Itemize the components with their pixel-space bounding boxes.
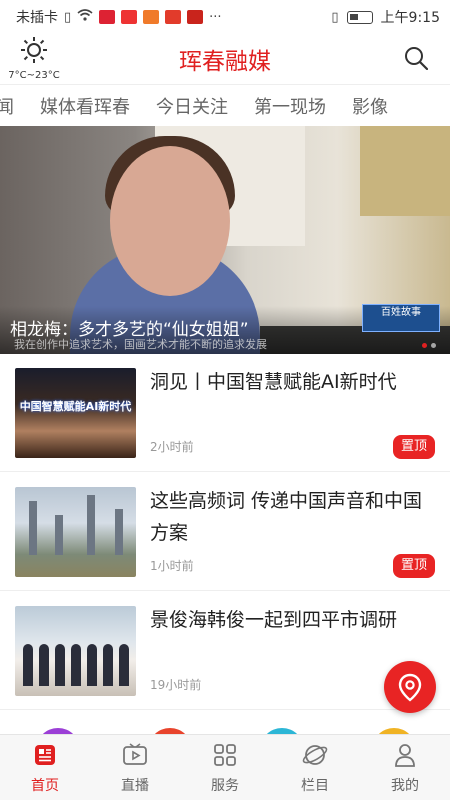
thumbnail-tower [29,501,37,555]
sim-icon: ▯ [64,9,72,25]
app-icon-5 [187,10,204,24]
news-time: 1小时前 [150,559,194,573]
hero-wall-art [360,126,450,216]
battery-icon [346,10,373,24]
thumbnail-person [103,644,113,686]
nav-columns[interactable]: 栏目 [270,735,360,800]
tab-today-focus[interactable]: 今日关注 [156,93,228,119]
bottom-navigation: 首页 直播 服务 栏目 我的 [0,734,450,800]
app-title: 珲春融媒 [179,49,271,75]
channel-tabs: 新闻 媒体看珲春 今日关注 第一现场 影像 [0,84,450,126]
tab-first-scene[interactable]: 第一现场 [254,93,326,119]
nav-services[interactable]: 服务 [180,735,270,800]
thumbnail-tower [115,509,123,555]
hero-person-face [110,146,230,296]
thumbnail-text: 中国智慧赋能AI新时代 [19,400,132,413]
carousel-dot[interactable] [431,343,436,348]
hero-caption: 相龙梅：多才多艺的“仙女姐姐” [10,320,249,340]
carrier-text: 未插卡 [16,10,58,26]
location-button[interactable] [384,661,436,713]
nav-live[interactable]: 直播 [90,735,180,800]
nav-label: 栏目 [301,778,329,794]
news-time: 19小时前 [150,678,202,692]
news-icon [35,745,55,765]
planet-icon [302,745,328,765]
nav-home[interactable]: 首页 [0,735,90,800]
vibrate-icon: ▯ [331,9,339,25]
nav-label: 服务 [211,778,239,794]
hero-banner[interactable]: 我在创作中追求艺术，国画艺术才能不断的追求发展 相龙梅：多才多艺的“仙女姐姐” … [0,126,450,354]
nav-label: 首页 [31,778,59,794]
pinned-badge: 置顶 [392,435,435,459]
thumbnail-tower [55,515,63,555]
thumbnail-person [39,644,49,686]
search-icon[interactable] [404,46,429,71]
location-pin-icon [398,673,422,702]
grid-icon [214,744,236,766]
news-thumbnail [15,606,136,696]
news-time: 2小时前 [150,440,194,454]
clock-text: 上午9:15 [380,10,440,26]
thumbnail-person [55,644,65,686]
live-video-icon [123,743,147,765]
thumbnail-tower [87,495,95,555]
status-bar: 未插卡 ▯ ··· ▯ 上午9:15 [0,0,450,34]
thumbnail-person [23,644,33,686]
wifi-icon [77,9,93,25]
thumbnail-person [119,644,129,686]
app-header: 7°C~23°C 珲春融媒 [0,34,450,82]
tab-images[interactable]: 影像 [352,93,388,119]
more-notifications-icon: ··· [209,9,222,25]
app-icon-2 [121,10,138,24]
news-thumbnail [15,487,136,577]
news-title: 景俊海韩俊一起到四平市调研 [150,609,398,631]
app-icon-1 [99,10,116,24]
tab-news[interactable]: 新闻 [0,93,14,119]
news-thumbnail: 中国智慧赋能AI新时代 [15,368,136,458]
carousel-indicator [422,343,436,348]
user-icon [395,744,415,767]
carousel-dot-active[interactable] [422,343,427,348]
pinned-badge: 置顶 [392,554,435,578]
nav-label: 我的 [391,778,419,794]
list-item[interactable]: 中国智慧赋能AI新时代 洞见丨中国智慧赋能AI新时代 2小时前 置顶 [0,354,450,472]
app-icon-4 [165,10,182,24]
list-item[interactable]: 景俊海韩俊一起到四平市调研 19小时前 [0,592,450,710]
nav-label: 直播 [121,778,149,794]
hero-program-logo: 百姓故事 [362,304,440,332]
app-icon-3 [143,10,160,24]
thumbnail-person [87,644,97,686]
nav-profile[interactable]: 我的 [360,735,450,800]
tab-media-view[interactable]: 媒体看珲春 [40,93,130,119]
list-item[interactable]: 这些高频词 传递中国声音和中国方案 1小时前 置顶 [0,473,450,591]
news-title: 这些高频词 传递中国声音和中国方案 [150,490,423,544]
thumbnail-person [71,644,81,686]
news-title: 洞见丨中国智慧赋能AI新时代 [150,371,397,393]
